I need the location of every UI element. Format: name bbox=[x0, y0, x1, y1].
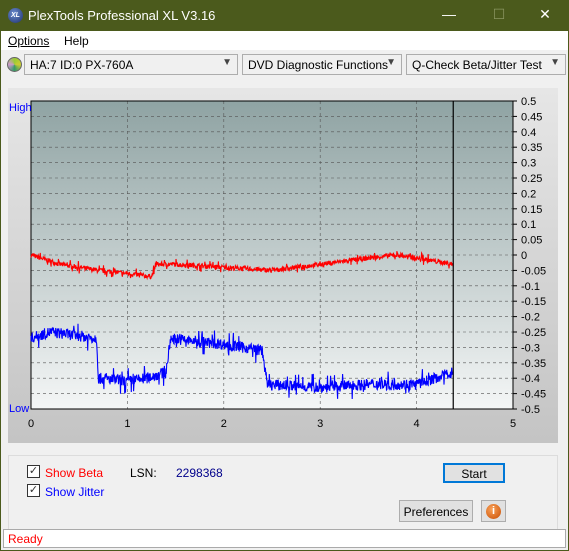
y-tick-label: 0.2 bbox=[521, 188, 536, 200]
start-button[interactable]: Start bbox=[443, 463, 505, 483]
y-tick-label: 0.4 bbox=[521, 127, 536, 139]
status-bar: Ready bbox=[3, 529, 566, 548]
test-select[interactable]: Q-Check Beta/Jitter Test ▼ bbox=[406, 54, 566, 75]
x-tick-label: 3 bbox=[317, 418, 323, 430]
y-tick-label: 0.3 bbox=[521, 158, 536, 170]
y-tick-label: 0.35 bbox=[521, 142, 542, 154]
chevron-down-icon: ▼ bbox=[222, 57, 232, 68]
y-tick-label: 0.25 bbox=[521, 173, 542, 185]
drive-value: HA:7 ID:0 PX-760A bbox=[30, 58, 134, 72]
y-tick-label: 0.5 bbox=[521, 96, 536, 108]
menu-help[interactable]: Help bbox=[64, 34, 89, 48]
preferences-button[interactable]: Preferences bbox=[399, 500, 473, 522]
maximize-button[interactable]: ☐ bbox=[484, 6, 514, 26]
y-tick-label: -0.25 bbox=[521, 327, 546, 339]
lsn-value: 2298368 bbox=[176, 466, 223, 480]
y-tick-label: -0.05 bbox=[521, 265, 546, 277]
x-tick-label: 5 bbox=[510, 418, 516, 430]
show-jitter-label[interactable]: Show Jitter bbox=[45, 485, 104, 499]
y-tick-label: -0.4 bbox=[521, 373, 540, 385]
y-tick-label: -0.45 bbox=[521, 389, 546, 401]
test-value: Q-Check Beta/Jitter Test bbox=[412, 58, 542, 72]
app-logo: XL bbox=[8, 8, 23, 23]
function-value: DVD Diagnostic Functions bbox=[248, 58, 389, 72]
x-tick-label: 0 bbox=[28, 418, 34, 430]
minimize-button[interactable]: — bbox=[434, 6, 464, 26]
info-button[interactable]: i bbox=[481, 500, 506, 522]
controls-panel: ✓ Show Beta ✓ Show Jitter LSN: 2298368 S… bbox=[8, 455, 558, 530]
y-tick-label: 0.45 bbox=[521, 111, 542, 123]
show-beta-checkbox[interactable]: ✓ bbox=[27, 465, 40, 478]
y-tick-label: 0.15 bbox=[521, 204, 542, 216]
y-tick-label: -0.2 bbox=[521, 312, 540, 324]
y-tick-label: 0.05 bbox=[521, 235, 542, 247]
y-tick-label: -0.15 bbox=[521, 296, 546, 308]
menu-options[interactable]: Options bbox=[8, 34, 49, 48]
beta-jitter-chart: 0.5 0.45 0.4 0.35 0.3 0.25 0.2 0.15 0.1 0.05 0 -0.0… bbox=[9, 96, 546, 430]
chevron-down-icon: ▼ bbox=[386, 57, 396, 68]
y-tick-label: -0.5 bbox=[521, 404, 540, 416]
function-select[interactable]: DVD Diagnostic Functions ▼ bbox=[242, 54, 402, 75]
close-button[interactable]: ✕ bbox=[530, 6, 560, 26]
window-title: PlexTools Professional XL V3.16 bbox=[28, 8, 216, 23]
y-tick-label: 0 bbox=[521, 250, 527, 262]
x-tick-label: 4 bbox=[414, 418, 420, 430]
show-beta-label[interactable]: Show Beta bbox=[45, 466, 103, 480]
show-jitter-checkbox[interactable]: ✓ bbox=[27, 484, 40, 497]
high-label: High bbox=[9, 102, 32, 114]
x-tick-label: 2 bbox=[221, 418, 227, 430]
info-icon: i bbox=[486, 504, 501, 519]
y-tick-label: -0.3 bbox=[521, 342, 540, 354]
y-tick-label: -0.35 bbox=[521, 358, 546, 370]
y-tick-label: 0.1 bbox=[521, 219, 536, 231]
disc-icon bbox=[7, 57, 22, 72]
low-label: Low bbox=[9, 403, 29, 415]
menu-bar: Options Help bbox=[1, 31, 568, 50]
chevron-down-icon: ▼ bbox=[550, 57, 560, 68]
title-bar: XL PlexTools Professional XL V3.16 — ☐ ✕ bbox=[0, 0, 569, 31]
x-tick-label: 1 bbox=[124, 418, 130, 430]
y-tick-label: -0.1 bbox=[521, 281, 540, 293]
lsn-label: LSN: bbox=[130, 466, 157, 480]
drive-select[interactable]: HA:7 ID:0 PX-760A ▼ bbox=[24, 54, 238, 75]
chart-panel: 0.5 0.45 0.4 0.35 0.3 0.25 0.2 0.15 0.1 0.05 0 -0.0… bbox=[8, 88, 558, 443]
